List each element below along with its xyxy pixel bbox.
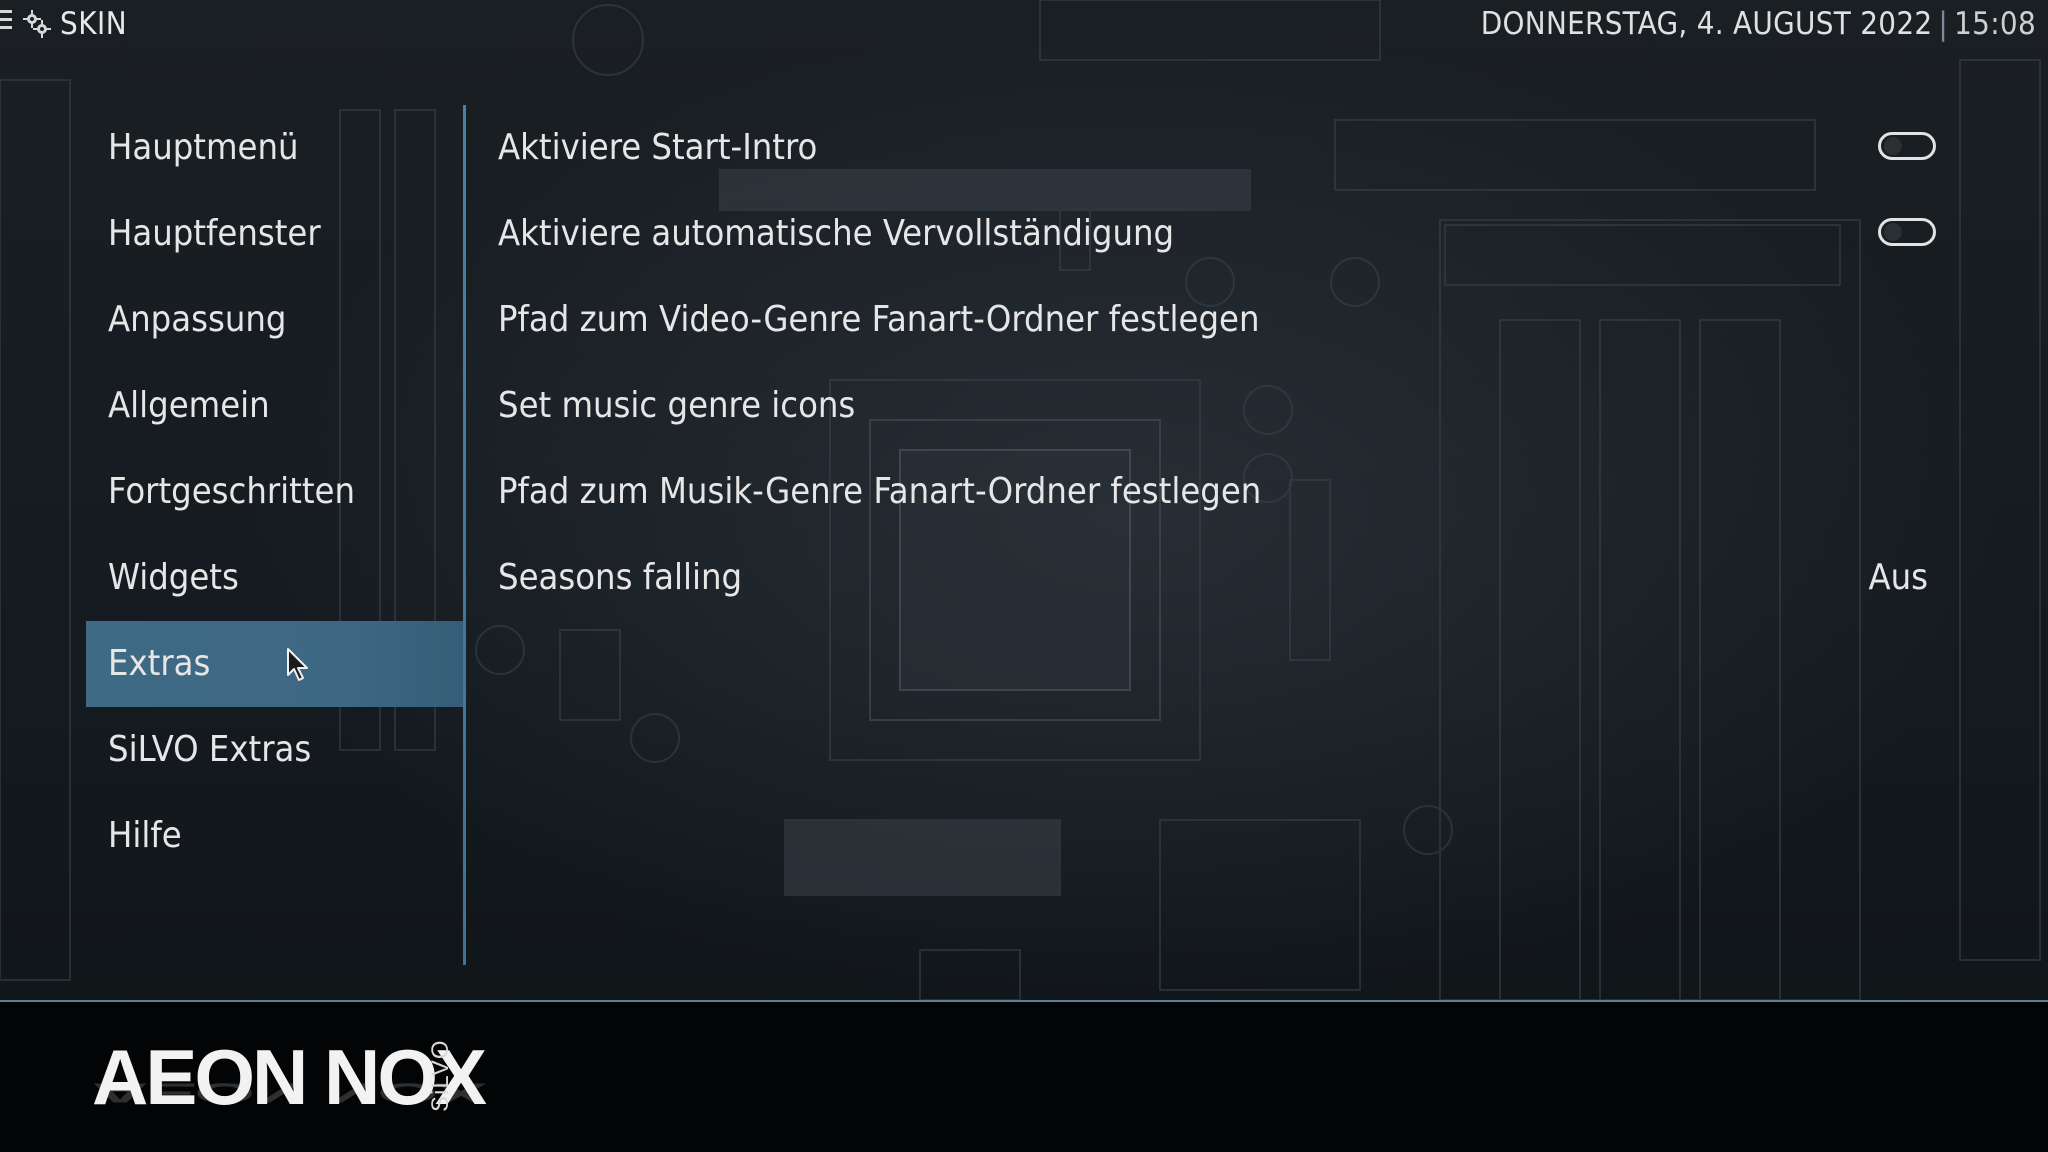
sidebar-item-anpassung[interactable]: Anpassung (86, 277, 466, 363)
date-text: DONNERSTAG, 4. AUGUST 2022 (1480, 6, 1933, 42)
logo-subtext: SiLVO (427, 1039, 454, 1112)
setting-label: Seasons falling (498, 557, 743, 598)
top-bar: SKIN DONNERSTAG, 4. AUGUST 2022 | 15:08 (0, 0, 2048, 48)
sidebar-item-label: Hauptmenü (108, 127, 299, 168)
sidebar-item-label: Fortgeschritten (108, 471, 356, 512)
time-text: 15:08 (1954, 6, 2036, 42)
sidebar-item-silvo-extras[interactable]: SiLVO Extras (86, 707, 466, 793)
setting-start-intro[interactable]: Aktiviere Start-Intro (466, 105, 1936, 191)
kodi-settings-screen: SKIN DONNERSTAG, 4. AUGUST 2022 | 15:08 Ha… (0, 0, 2048, 1152)
setting-label: Set music genre icons (498, 385, 856, 426)
footer-bar: AEON NOX AEON NOX SiLVO (0, 1000, 2048, 1152)
category-sidebar: Hauptmenü Hauptfenster Anpassung Allgeme… (86, 105, 466, 879)
sidebar-item-label: Hilfe (108, 815, 182, 856)
setting-label: Pfad zum Musik-Genre Fanart-Ordner festl… (498, 471, 1262, 512)
sidebar-item-label: Extras (108, 643, 211, 684)
settings-list: Aktiviere Start-Intro Aktiviere automati… (466, 105, 1936, 621)
logo-reflection: AEON NOX (92, 1077, 485, 1109)
setting-music-genre-fanart-path[interactable]: Pfad zum Musik-Genre Fanart-Ordner festl… (466, 449, 1936, 535)
sidebar-item-hauptmenu[interactable]: Hauptmenü (86, 105, 466, 191)
sidebar-item-label: Allgemein (108, 385, 270, 426)
sidebar-item-extras[interactable]: Extras (86, 621, 466, 707)
sidebar-item-label: Widgets (108, 557, 239, 598)
autocomplete-toggle[interactable] (1878, 218, 1936, 246)
menu-icon[interactable] (0, 10, 12, 36)
sidebar-item-widgets[interactable]: Widgets (86, 535, 466, 621)
setting-autocomplete[interactable]: Aktiviere automatische Vervollständigung (466, 191, 1936, 277)
sidebar-item-hauptfenster[interactable]: Hauptfenster (86, 191, 466, 277)
setting-seasons-falling[interactable]: Seasons falling Aus (466, 535, 1936, 621)
mouse-pointer-icon (287, 648, 308, 681)
sidebar-item-label: Anpassung (108, 299, 287, 340)
setting-label: Pfad zum Video-Genre Fanart-Ordner festl… (498, 299, 1260, 340)
seasons-falling-value: Aus (1868, 557, 1928, 598)
gear-icon (23, 10, 51, 38)
sidebar-item-allgemein[interactable]: Allgemein (86, 363, 466, 449)
sidebar-item-hilfe[interactable]: Hilfe (86, 793, 466, 879)
date-time-separator: | (1938, 6, 1949, 42)
section-title: SKIN (60, 6, 128, 42)
date-time: DONNERSTAG, 4. AUGUST 2022 | 15:08 (1481, 6, 2036, 42)
aeon-nox-logo: AEON NOX AEON NOX SiLVO (92, 1037, 487, 1137)
setting-music-genre-icons[interactable]: Set music genre icons (466, 363, 1936, 449)
setting-label: Aktiviere Start-Intro (498, 127, 818, 168)
sidebar-item-label: SiLVO Extras (108, 729, 312, 770)
setting-label: Aktiviere automatische Vervollständigung (498, 213, 1175, 254)
setting-video-genre-fanart-path[interactable]: Pfad zum Video-Genre Fanart-Ordner festl… (466, 277, 1936, 363)
start-intro-toggle[interactable] (1878, 132, 1936, 160)
sidebar-item-label: Hauptfenster (108, 213, 321, 254)
sidebar-item-fortgeschritten[interactable]: Fortgeschritten (86, 449, 466, 535)
